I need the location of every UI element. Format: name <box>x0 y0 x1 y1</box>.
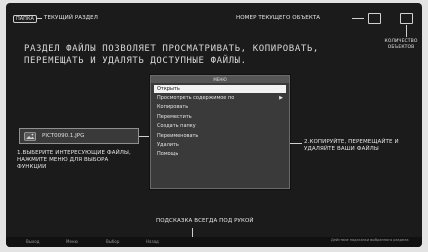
menu-item-label: Открыть <box>157 86 180 92</box>
callout-line-top-right <box>352 18 364 19</box>
current-section-badge: ПАПКА <box>13 15 37 23</box>
menu-item-label: Копировать <box>157 104 189 111</box>
tv-screen: ПАПКА ТЕКУЩИЙ РАЗДЕЛ НОМЕР ТЕКУЩЕГО ОБЪЕ… <box>6 3 422 247</box>
right-instruction: 2.КОПИРУЙТЕ, ПЕРЕМЕЩАЙТЕ И УДАЛЯЙТЕ ВАШИ… <box>304 139 399 152</box>
current-object-number-label: НОМЕР ТЕКУЩЕГО ОБЪЕКТА <box>236 15 321 21</box>
current-section-label: ТЕКУЩИЙ РАЗДЕЛ <box>44 15 98 21</box>
callout-line-right <box>290 143 302 144</box>
menu-item-label: Просмотреть содержимое по <box>157 95 235 101</box>
menu-item[interactable]: Создать папку <box>151 122 289 131</box>
menu-item[interactable]: Просмотреть содержимое по ▶ <box>151 94 289 103</box>
context-menu: МЕНЮ Открыть Просмотреть содержимое по ▶ Ко… <box>150 75 290 189</box>
context-menu-header: МЕНЮ <box>151 76 289 83</box>
menu-item[interactable]: Переместить <box>151 113 289 122</box>
menu-item[interactable]: Помощь <box>151 150 289 159</box>
bottom-hint-bar: Выход Меню Выбор Назад Действие подсказк… <box>6 237 422 247</box>
menu-item[interactable]: Открыть <box>154 85 286 93</box>
image-file-icon <box>24 132 36 141</box>
object-count-label: КОЛИЧЕСТВО ОБЪЕКТОВ <box>384 39 418 50</box>
bottom-bar-item: Меню <box>66 239 78 244</box>
callout-line-count <box>406 25 407 37</box>
callout-line-file <box>139 136 150 137</box>
bottom-bar-item: Назад <box>146 239 159 244</box>
menu-item-label: Удалить <box>157 141 179 148</box>
section-description: РАЗДЕЛ ФАЙЛЫ ПОЗВОЛЯЕТ ПРОСМАТРИВАТЬ, КО… <box>24 44 319 66</box>
file-name: PICT0090.1.JPG <box>42 133 85 139</box>
menu-item-label: Переименовать <box>157 132 199 139</box>
menu-item-label: Помощь <box>157 151 179 158</box>
menu-item[interactable]: Переименовать <box>151 132 289 141</box>
menu-item-label: Переместить <box>157 113 192 120</box>
file-list-item[interactable]: PICT0090.1.JPG <box>19 128 139 144</box>
menu-item[interactable]: Удалить <box>151 141 289 150</box>
page-frame: ПАПКА ТЕКУЩИЙ РАЗДЕЛ НОМЕР ТЕКУЩЕГО ОБЪЕ… <box>0 0 428 252</box>
object-count-box <box>400 13 413 24</box>
object-number-box <box>368 13 381 24</box>
callout-line-top-left <box>36 18 42 19</box>
callout-line-bottom <box>192 228 193 237</box>
bottom-bar-item: Выбор <box>106 239 120 244</box>
left-instruction: 1.ВЫБЕРИТЕ ИНТЕРЕСУЮЩИЕ ФАЙЛЫ, НАЖМИТЕ М… <box>17 150 131 170</box>
menu-item-label: Создать папку <box>157 123 196 130</box>
help-hint: ПОДСКАЗКА ВСЕГДА ПОД РУКОЙ <box>156 218 254 224</box>
menu-item[interactable]: Копировать <box>151 103 289 112</box>
bottom-bar-item: Выход <box>26 239 40 244</box>
bottom-bar-hint: Действие подсказки выбранного раздела <box>331 238 409 242</box>
submenu-arrow-icon: ▶ <box>279 95 283 101</box>
